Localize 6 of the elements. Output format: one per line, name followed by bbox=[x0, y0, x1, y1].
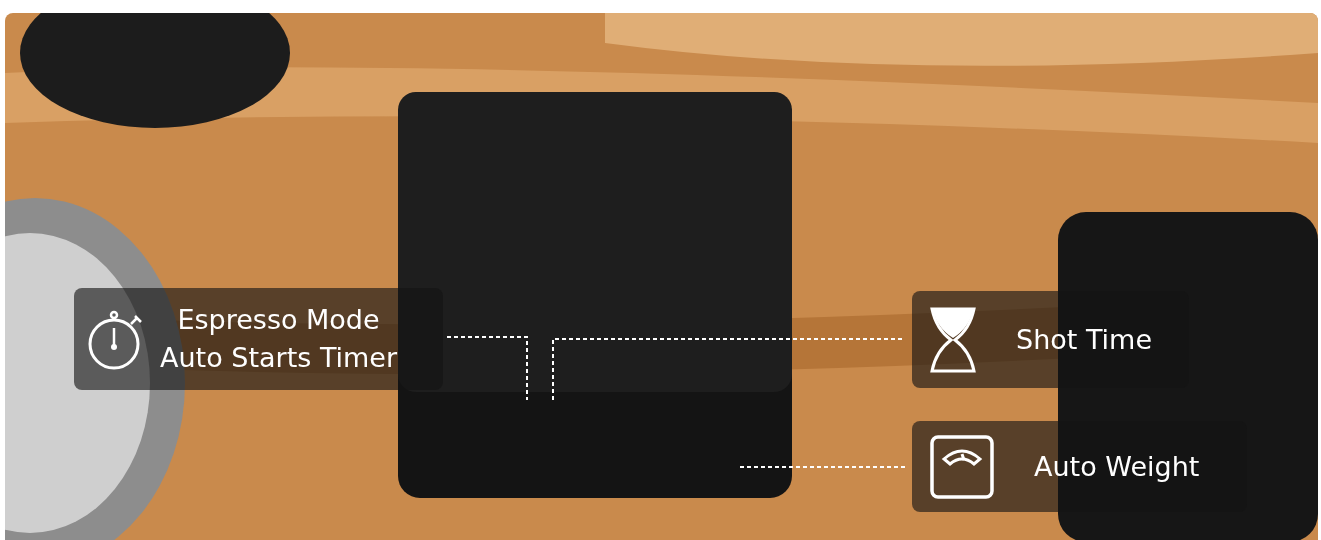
callout-label: Auto Starts Timer bbox=[160, 341, 398, 375]
callout-label: Auto Weight bbox=[1034, 449, 1200, 484]
callout-label: Espresso Mode bbox=[177, 303, 380, 337]
callout-label: Shot Time bbox=[1016, 322, 1152, 357]
hourglass-icon bbox=[930, 306, 976, 373]
scale-icon bbox=[930, 434, 994, 499]
